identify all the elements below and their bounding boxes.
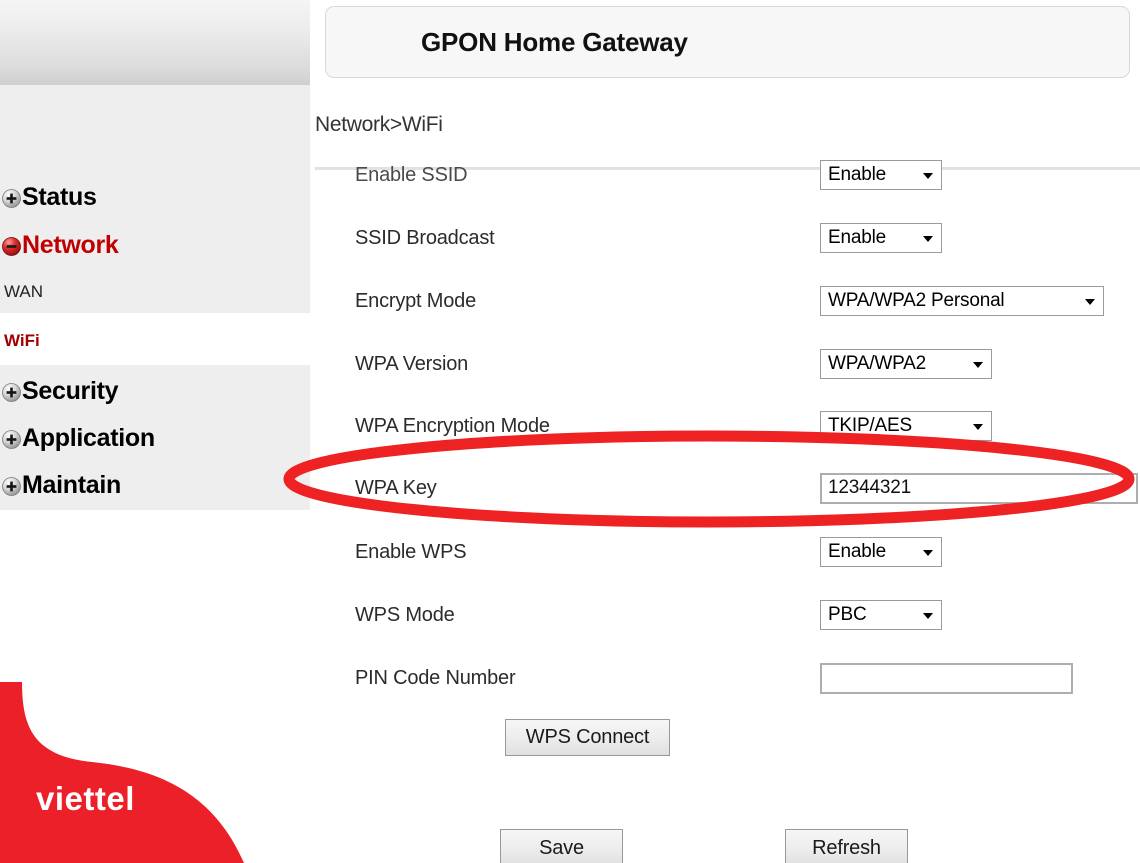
- chevron-down-icon: [923, 613, 933, 619]
- input-value: 12344321: [828, 477, 911, 498]
- sidebar-item-status[interactable]: Status: [0, 180, 310, 214]
- field-label: WPS Mode: [355, 603, 455, 626]
- sidebar-item-network[interactable]: Network: [0, 228, 310, 262]
- wps-mode-select-wrap: PBC: [820, 600, 942, 630]
- encrypt-mode-select[interactable]: WPA/WPA2 Personal: [820, 286, 1104, 316]
- field-label: WPA Key: [355, 476, 437, 499]
- plus-circle-icon: [2, 429, 21, 449]
- field-label: Encrypt Mode: [355, 289, 476, 312]
- field-label: WPA Version: [355, 352, 469, 375]
- form-row-enable-ssid: Enable SSID Enable: [310, 155, 1140, 195]
- field-label: PIN Code Number: [355, 666, 516, 689]
- ssid-broadcast-select-wrap: Enable: [820, 223, 942, 253]
- plus-circle-icon: [2, 188, 21, 208]
- select-value: PBC: [828, 604, 867, 625]
- select-value: Enable: [828, 541, 886, 562]
- field-label: Enable SSID: [355, 163, 468, 186]
- encrypt-mode-select-wrap: WPA/WPA2 Personal: [820, 286, 1104, 316]
- pin-code-input-wrap: [820, 662, 1073, 694]
- sidebar-subitem-wan[interactable]: WAN: [4, 283, 43, 300]
- form-row-wpa-encryption-mode: WPA Encryption Mode TKIP/AES: [310, 406, 1140, 446]
- select-value: WPA/WPA2 Personal: [828, 290, 1005, 311]
- field-label: WPA Encryption Mode: [355, 414, 550, 437]
- wpa-version-select[interactable]: WPA/WPA2: [820, 349, 992, 379]
- plus-circle-icon: [2, 476, 21, 496]
- chevron-down-icon: [923, 236, 933, 242]
- enable-wps-select-wrap: Enable: [820, 537, 942, 567]
- viettel-logo: viettel: [0, 682, 300, 863]
- wpa-key-input-wrap: 12344321: [820, 472, 1138, 504]
- wpa-version-select-wrap: WPA/WPA2: [820, 349, 992, 379]
- wpa-encryption-mode-select[interactable]: TKIP/AES: [820, 411, 992, 441]
- chevron-down-icon: [1085, 299, 1095, 305]
- chevron-down-icon: [973, 424, 983, 430]
- gpon-router-admin-page: Status Network WAN WiFi Security Applica…: [0, 0, 1140, 863]
- sidebar-item-security[interactable]: Security: [0, 374, 310, 408]
- sidebar-subitem-wifi[interactable]: WiFi: [4, 332, 40, 349]
- ssid-broadcast-select[interactable]: Enable: [820, 223, 942, 253]
- sidebar-top-gradient-bar: [0, 0, 310, 85]
- field-label: SSID Broadcast: [355, 226, 495, 249]
- sidebar-item-label: Security: [22, 376, 119, 405]
- chevron-down-icon: [973, 362, 983, 368]
- form-row-enable-wps: Enable WPS Enable: [310, 532, 1140, 572]
- select-value: WPA/WPA2: [828, 353, 926, 374]
- sidebar-item-label: Network: [22, 230, 119, 259]
- viettel-wordmark: viettel: [36, 780, 135, 817]
- sidebar-item-label: Maintain: [22, 470, 121, 499]
- enable-ssid-select[interactable]: Enable: [820, 160, 942, 190]
- plus-circle-icon: [2, 382, 21, 402]
- field-label: Enable WPS: [355, 540, 467, 563]
- minus-circle-icon: [2, 236, 21, 256]
- sidebar-item-label: Status: [22, 182, 97, 211]
- form-row-wpa-version: WPA Version WPA/WPA2: [310, 344, 1140, 384]
- select-value: Enable: [828, 164, 886, 185]
- sidebar-item-application[interactable]: Application: [0, 421, 310, 455]
- sidebar-item-label: Application: [22, 423, 155, 452]
- wps-connect-button[interactable]: WPS Connect: [505, 719, 670, 756]
- form-row-pin-code-number: PIN Code Number: [310, 658, 1140, 698]
- enable-ssid-select-wrap: Enable: [820, 160, 942, 190]
- form-row-wps-mode: WPS Mode PBC: [310, 595, 1140, 635]
- sidebar: Status Network WAN WiFi Security Applica…: [0, 0, 310, 863]
- select-value: TKIP/AES: [828, 415, 912, 436]
- refresh-button[interactable]: Refresh: [785, 829, 908, 863]
- select-value: Enable: [828, 227, 886, 248]
- chevron-down-icon: [923, 550, 933, 556]
- wifi-settings-form: Enable SSID Enable SSID Broadcast Enable: [310, 0, 1140, 863]
- sidebar-active-row-highlight: [0, 313, 310, 365]
- wps-mode-select[interactable]: PBC: [820, 600, 942, 630]
- form-row-wpa-key: WPA Key 12344321: [310, 468, 1140, 508]
- form-row-ssid-broadcast: SSID Broadcast Enable: [310, 218, 1140, 258]
- pin-code-input[interactable]: [820, 662, 1073, 694]
- main-content: GPON Home Gateway Network>WiFi Enable SS…: [310, 0, 1140, 863]
- wpa-key-input[interactable]: 12344321: [820, 472, 1138, 504]
- chevron-down-icon: [923, 173, 933, 179]
- form-row-encrypt-mode: Encrypt Mode WPA/WPA2 Personal: [310, 281, 1140, 321]
- wpa-encryption-mode-select-wrap: TKIP/AES: [820, 411, 992, 441]
- sidebar-item-maintain[interactable]: Maintain: [0, 468, 310, 502]
- save-button[interactable]: Save: [500, 829, 623, 863]
- enable-wps-select[interactable]: Enable: [820, 537, 942, 567]
